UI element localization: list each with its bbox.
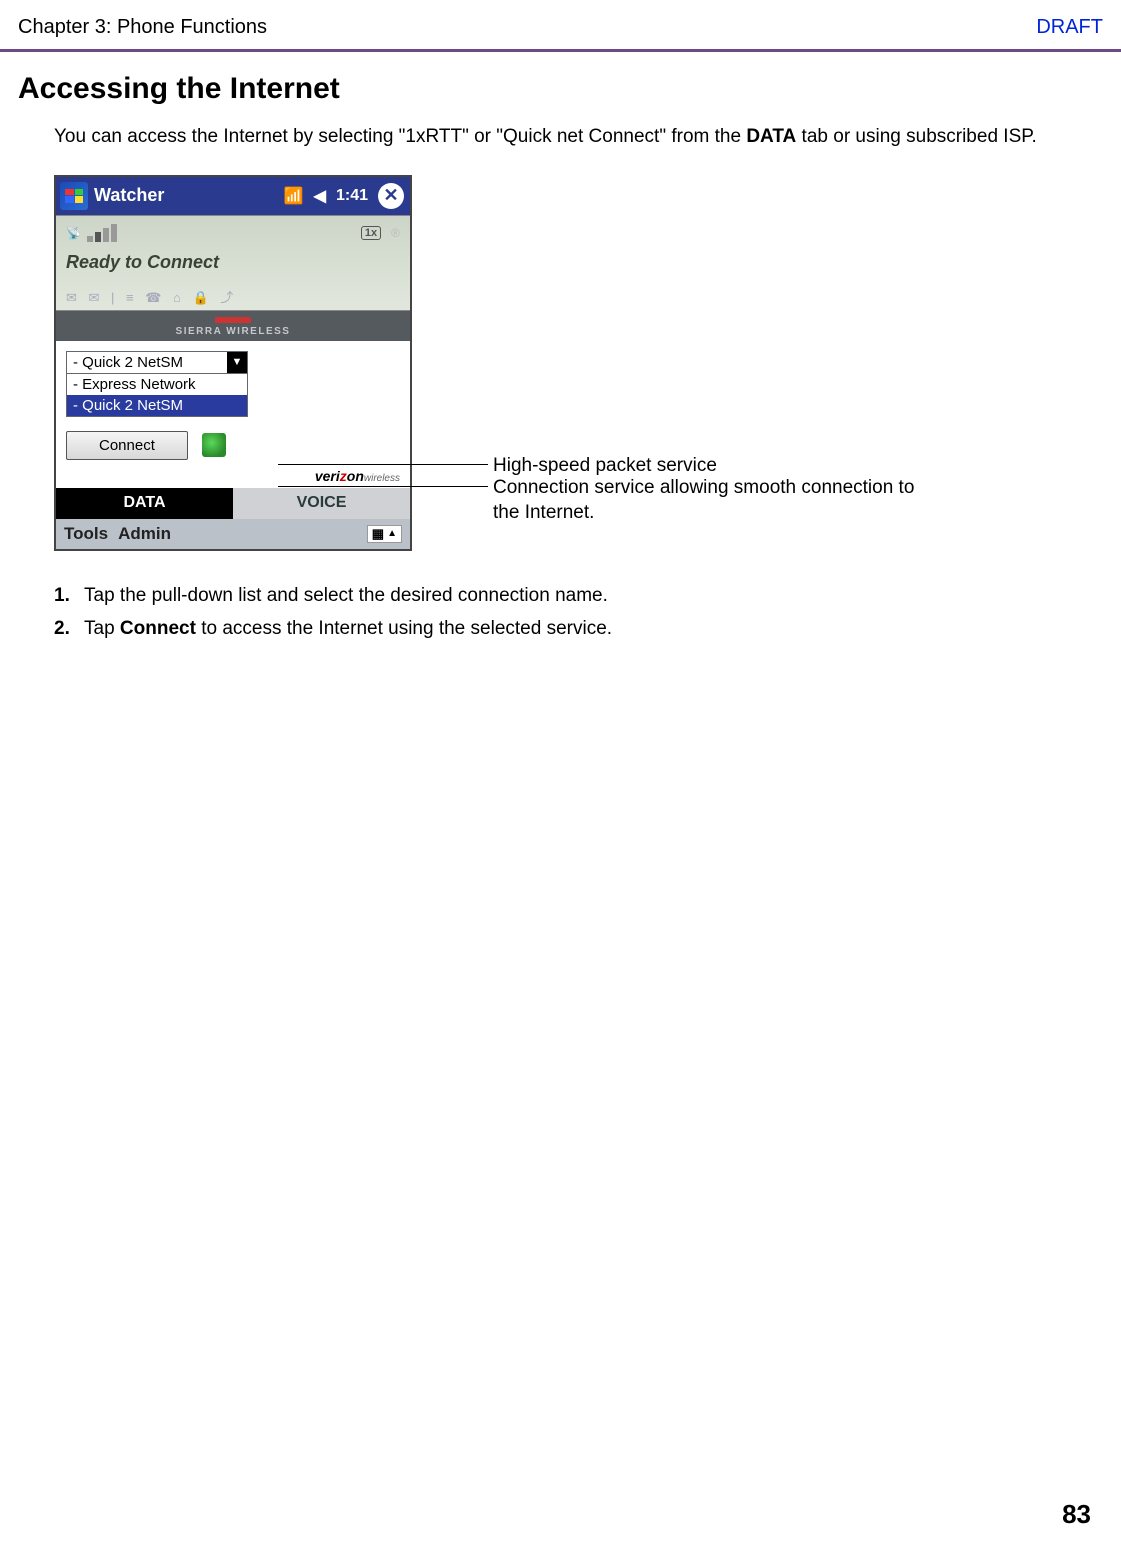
carrier-pre: veri (315, 468, 340, 484)
step-2-text: Tap Connect to access the Internet using… (84, 614, 612, 644)
step-2-pre: Tap (84, 618, 120, 639)
draft-label: DRAFT (1036, 16, 1103, 39)
status-panel: 📡 1x ® Ready to Connect ✉ ✉ | ≡ ☎ ⌂ 🔒 ⤴ (56, 215, 410, 311)
dropdown-item-quick[interactable]: - Quick 2 NetSM (67, 395, 247, 416)
figure-area: Watcher 📶 ◀ 1:41 ✕ 📡 1x ® (18, 175, 1103, 551)
callout-line-quick (278, 486, 488, 487)
connect-button[interactable]: Connect (66, 431, 188, 460)
intro-bold: DATA (746, 126, 796, 147)
sierra-label: SIERRA WIRELESS (176, 326, 291, 337)
antenna-icon: 📡 (66, 226, 81, 240)
title-bar: Watcher 📶 ◀ 1:41 ✕ (56, 177, 410, 215)
step-2-post: to access the Internet using the selecte… (196, 618, 612, 639)
step-2-bold: Connect (120, 618, 196, 639)
carrier-sub: wireless (364, 473, 400, 484)
menu-tools[interactable]: Tools (64, 524, 108, 544)
sound-icon: ◀ (314, 186, 326, 206)
signal-icon: 📶 (284, 186, 304, 206)
chapter-label: Chapter 3: Phone Functions (18, 16, 267, 39)
step-1-num: 1. (54, 581, 72, 611)
tab-bar: DATA VOICE (56, 488, 410, 519)
start-menu-icon[interactable] (60, 182, 88, 210)
dropdown-section: - Quick 2 NetSM ▼ - Express Network - Qu… (56, 341, 410, 423)
roaming-icon: ® (391, 226, 400, 240)
intro-text-post: tab or using subscribed ISP. (796, 126, 1036, 147)
chevron-down-icon[interactable]: ▼ (227, 352, 247, 373)
carrier-on: on (347, 468, 364, 484)
callout-line-express (278, 464, 488, 465)
callout-express-text: High-speed packet service (493, 455, 717, 476)
connection-dropdown[interactable]: - Quick 2 NetSM ▼ (66, 351, 248, 374)
mini-status-icons: ✉ ✉ | ≡ ☎ ⌂ 🔒 ⤴ (66, 287, 400, 306)
keyboard-icon[interactable]: ▦▲ (367, 525, 402, 543)
intro-paragraph: You can access the Internet by selecting… (18, 124, 1103, 151)
signal-bars-icon (87, 224, 117, 242)
section-heading: Accessing the Internet (18, 72, 1103, 106)
bottom-bar: Tools Admin ▦▲ (56, 519, 410, 549)
page-content: Accessing the Internet You can access th… (0, 52, 1121, 644)
sierra-wireless-band: SIERRA WIRELESS (56, 311, 410, 341)
intro-text-pre: You can access the Internet by selecting… (54, 126, 746, 147)
tab-data[interactable]: DATA (56, 488, 233, 519)
onex-badge: 1x (361, 226, 381, 240)
dropdown-list: - Express Network - Quick 2 NetSM (66, 374, 248, 417)
dropdown-selected: - Quick 2 NetSM (67, 352, 227, 373)
callout-quick-text: Connection service allowing smooth conne… (493, 477, 914, 524)
globe-icon[interactable] (202, 433, 226, 457)
app-title: Watcher (94, 185, 164, 206)
clock-time: 1:41 (336, 187, 368, 205)
menu-admin[interactable]: Admin (118, 524, 171, 544)
step-1: 1. Tap the pull-down list and select the… (54, 581, 1103, 611)
status-text: Ready to Connect (66, 252, 400, 273)
step-2: 2. Tap Connect to access the Internet us… (54, 614, 1103, 644)
tab-voice[interactable]: VOICE (233, 488, 410, 519)
step-1-text: Tap the pull-down list and select the de… (84, 581, 608, 611)
page-header: Chapter 3: Phone Functions DRAFT (0, 0, 1121, 52)
callout-quick: Connection service allowing smooth conne… (493, 475, 933, 526)
steps-list: 1. Tap the pull-down list and select the… (18, 581, 1103, 645)
connect-row: Connect (56, 423, 410, 462)
page-number: 83 (1062, 1499, 1091, 1530)
carrier-z: z (340, 468, 347, 484)
carrier-brand: verizonwireless (56, 462, 410, 488)
watcher-screenshot: Watcher 📶 ◀ 1:41 ✕ 📡 1x ® (54, 175, 412, 551)
close-icon[interactable]: ✕ (378, 183, 404, 209)
dropdown-item-express[interactable]: - Express Network (67, 374, 247, 395)
step-2-num: 2. (54, 614, 72, 644)
